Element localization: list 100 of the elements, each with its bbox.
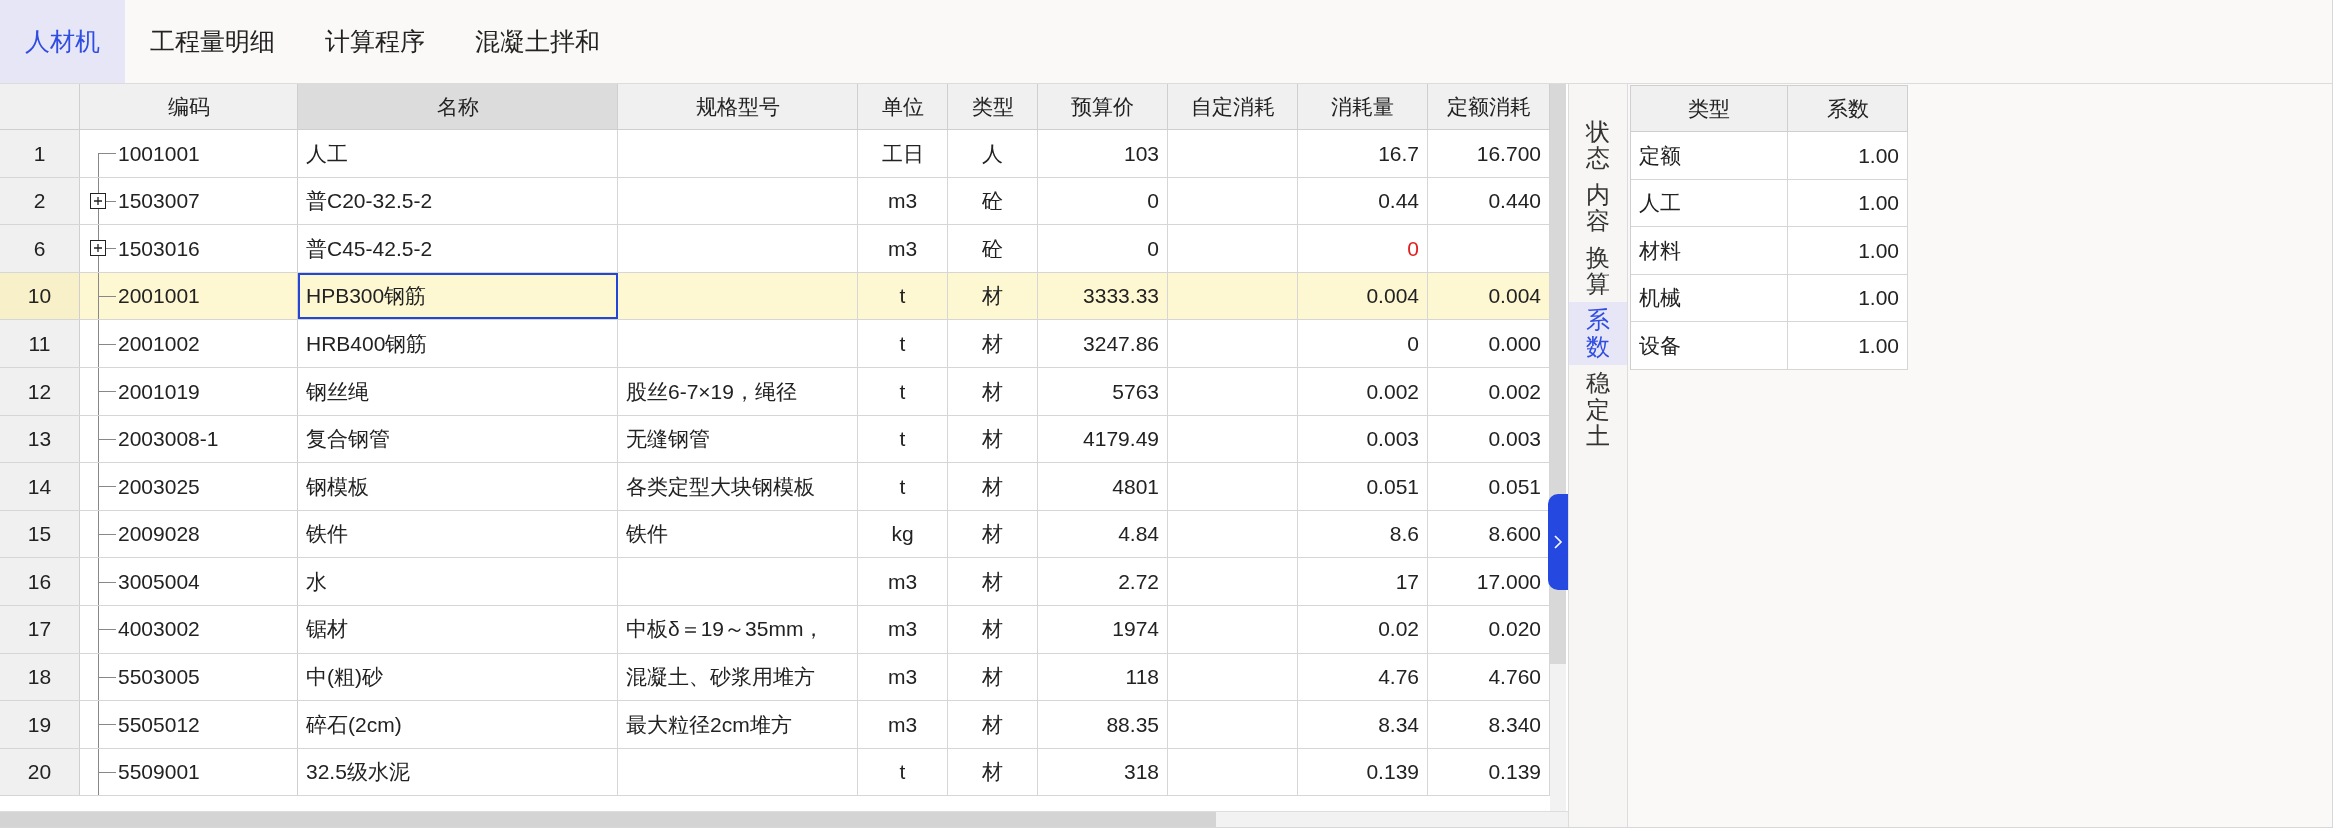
column-header[interactable]: 消耗量: [1298, 84, 1428, 129]
code-text: 2001002: [118, 330, 200, 357]
table-cell: HPB300钢筋: [298, 272, 618, 320]
table-row[interactable]: 14 2003025 钢模板 各类定型大块钢模板 t 材 4801 0.051 0.051: [0, 463, 1550, 511]
table-row[interactable]: 1 1001001 人工 工日 人 103 16.7 16.700: [0, 130, 1550, 178]
table-row[interactable]: 11 2001002 HRB400钢筋 t 材 3247.86 0 0.000: [0, 320, 1550, 368]
table-row[interactable]: 13 2003008-1 复合钢管 无缝钢管 t 材 4179.49 0.003 0.003: [0, 415, 1550, 464]
table-row[interactable]: 15 2009028 铁件 铁件 kg 材 4.84 8.6 8.600: [0, 510, 1550, 559]
table-cell: t: [858, 367, 948, 415]
table-cell: 铁件: [618, 510, 858, 558]
table-cell: 材: [948, 748, 1038, 796]
row-number: 12: [0, 367, 80, 415]
table-row[interactable]: 12 2001019 钢丝绳 股丝6-7×19，绳径 t 材 5763 0.002 0.002: [0, 367, 1550, 416]
collapse-handle[interactable]: [1548, 494, 1568, 590]
side-tab[interactable]: 换算: [1569, 239, 1627, 303]
row-number: 1: [0, 130, 80, 177]
table-cell: 无缝钢管: [618, 415, 858, 463]
table-cell: 股丝6-7×19，绳径: [618, 367, 858, 415]
table-cell: m3: [858, 653, 948, 701]
table-row[interactable]: 6 1503016 普C45-42.5-2 m3 砼 0 0: [0, 225, 1550, 273]
table-cell: 4179.49: [1038, 415, 1168, 463]
row-number: 11: [0, 320, 80, 367]
table-cell: 8.34: [1298, 701, 1428, 748]
table-cell: 1.00: [1788, 274, 1908, 323]
table-cell: 0: [1298, 320, 1428, 367]
column-header[interactable]: 名称: [298, 84, 618, 129]
table-cell: 复合钢管: [298, 415, 618, 463]
code-text: 4003002: [118, 616, 200, 643]
code-text: 1503007: [118, 188, 200, 215]
row-number: 19: [0, 701, 80, 748]
tab[interactable]: 计算程序: [300, 0, 450, 83]
table-cell: 钢丝绳: [298, 367, 618, 415]
table-row[interactable]: 18 5503005 中(粗)砂 混凝土、砂浆用堆方 m3 材 118 4.76 4.760: [0, 653, 1550, 702]
side-tab[interactable]: 状态: [1569, 114, 1627, 177]
column-header[interactable]: 规格型号: [618, 84, 858, 129]
table-cell: 1.00: [1788, 227, 1908, 275]
table-row[interactable]: 19 5505012 碎石(2cm) 最大粒径2cm堆方 m3 材 88.35 8.34 8.340: [0, 701, 1550, 749]
table-row[interactable]: 17 4003002 锯材 中板δ＝19～35mm， m3 材 1974 0.02 0.020: [0, 605, 1550, 654]
row-number: 10: [0, 272, 80, 320]
row-number: 2: [0, 177, 80, 225]
table-cell: 中板δ＝19～35mm，: [618, 605, 858, 653]
side-tab[interactable]: 稳定土: [1569, 365, 1627, 455]
expand-icon[interactable]: [90, 192, 106, 209]
column-header[interactable]: 预算价: [1038, 84, 1168, 129]
table-cell: t: [858, 748, 948, 796]
table-cell: 设备: [1631, 322, 1788, 370]
column-header: 系数: [1788, 86, 1908, 132]
table-row[interactable]: 10 2001001 HPB300钢筋 t 材 3333.33 0.004 0.004: [0, 272, 1550, 321]
horizontal-scrollbar[interactable]: [0, 811, 1568, 827]
table-cell: 32.5级水泥: [298, 748, 618, 796]
table-cell: 0: [1038, 225, 1168, 272]
table-cell: 0.002: [1298, 367, 1428, 415]
table-cell: 3333.33: [1038, 272, 1168, 320]
expand-icon[interactable]: [90, 240, 106, 257]
code-text: 2003008-1: [118, 426, 219, 453]
table-row[interactable]: 20 5509001 32.5级水泥 t 材 318 0.139 0.139: [0, 748, 1550, 797]
table-cell: m3: [858, 605, 948, 653]
table-cell: 0.004: [1298, 272, 1428, 320]
table-cell: 普C20-32.5-2: [298, 177, 618, 225]
row-number: 15: [0, 510, 80, 558]
table-cell: 中(粗)砂: [298, 653, 618, 701]
row-number: 16: [0, 558, 80, 605]
side-tab[interactable]: 系数: [1569, 302, 1627, 366]
column-header: 类型: [1631, 86, 1788, 132]
table-cell: 人: [948, 130, 1038, 177]
side-tab[interactable]: 内容: [1569, 176, 1627, 240]
column-header[interactable]: 单位: [858, 84, 948, 129]
table-cell: 0.051: [1298, 463, 1428, 510]
table-cell: 4801: [1038, 463, 1168, 510]
table-cell: 5763: [1038, 367, 1168, 415]
table-cell: 材: [948, 415, 1038, 463]
table-cell: t: [858, 415, 948, 463]
tab[interactable]: 工程量明细: [125, 0, 300, 83]
table-cell: 1.00: [1788, 179, 1908, 228]
column-header[interactable]: 自定消耗: [1168, 84, 1298, 129]
table-cell: 0.02: [1298, 605, 1428, 653]
table-cell: 0.139: [1298, 748, 1428, 796]
table-cell: m3: [858, 701, 948, 748]
table-cell: m3: [858, 225, 948, 272]
table-row[interactable]: 2 1503007 普C20-32.5-2 m3 砼 0 0.44 0.440: [0, 177, 1550, 226]
table-cell: 1.00: [1788, 322, 1908, 370]
table-cell: 0: [1038, 177, 1168, 225]
table-cell: 0: [1298, 225, 1428, 272]
table-cell: 碎石(2cm): [298, 701, 618, 748]
code-text: 3005004: [118, 568, 200, 595]
tab[interactable]: 混凝土拌和: [450, 0, 625, 83]
table-cell: 材: [948, 320, 1038, 367]
table-cell: 118: [1038, 653, 1168, 701]
table-cell: 材: [948, 272, 1038, 320]
table-cell: t: [858, 463, 948, 510]
code-text: 2001019: [118, 378, 200, 405]
table-cell: 人工: [1631, 179, 1788, 228]
table-cell: 铁件: [298, 510, 618, 558]
row-number: 18: [0, 653, 80, 701]
table-cell: 16.7: [1298, 130, 1428, 177]
column-header[interactable]: 类型: [948, 84, 1038, 129]
table-cell: 4.76: [1298, 653, 1428, 701]
table-row[interactable]: 16 3005004 水 m3 材 2.72 17 17.000: [0, 558, 1550, 606]
table-cell: 人工: [298, 130, 618, 177]
tab[interactable]: 人材机: [0, 0, 125, 83]
